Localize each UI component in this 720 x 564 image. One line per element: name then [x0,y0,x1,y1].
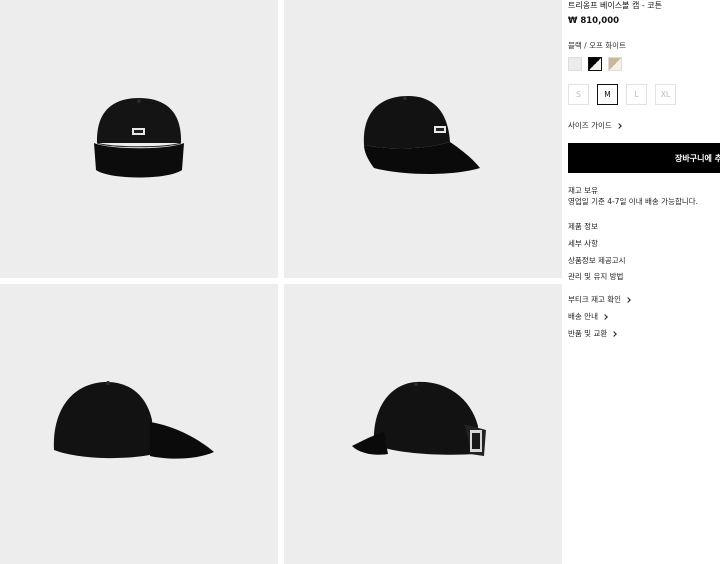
product-image-back[interactable] [284,284,562,564]
product-title: 트리옹프 베이스볼 캡 - 코튼 [568,1,663,10]
cap-three-quarter-image [363,96,480,174]
add-to-cart-button[interactable]: 장바구니에 추 [568,143,720,173]
product-info-panel: 트리옹프 베이스볼 캡 - 코튼 ₩ 810,000 블랙 / 오프 화이트 S… [568,0,720,564]
product-info-link[interactable]: 제품 정보 [568,221,598,232]
boutique-stock-link[interactable]: 부티크 재고 확인 [568,294,631,305]
size-option-s[interactable]: S [568,84,589,105]
product-image-three-quarter[interactable] [284,0,562,278]
size-option-l[interactable]: L [626,84,647,105]
product-notice-link[interactable]: 상품정보 제공고시 [568,255,626,266]
stock-info: 재고 보유 영업일 기준 4-7일 이내 배송 가능합니다. [568,185,698,207]
cap-front-image [94,98,184,178]
product-image-left-side[interactable] [0,284,278,564]
details-link[interactable]: 세부 사항 [568,238,598,249]
swatch-off-white[interactable] [568,57,582,71]
cap-left-side-image [53,381,214,459]
size-guide-label: 사이즈 가이드 [568,121,612,130]
care-link[interactable]: 관리 및 유지 방법 [568,271,623,282]
shipping-info-label: 배송 안내 [568,312,598,321]
size-option-xl[interactable]: XL [655,84,676,105]
swatch-beige-off-white[interactable] [608,57,622,71]
chevron-right-icon [625,297,631,303]
color-name: 블랙 / 오프 화이트 [568,41,626,50]
color-swatches [568,57,622,71]
product-price: ₩ 810,000 [568,16,620,26]
chevron-right-icon [615,123,622,129]
chevron-right-icon [602,314,608,320]
size-selector: S M L XL [568,84,676,105]
size-option-m[interactable]: M [597,84,618,105]
product-page: 트리옹프 베이스볼 캡 - 코튼 ₩ 810,000 블랙 / 오프 화이트 S… [0,0,720,564]
chevron-right-icon [611,331,618,337]
product-image-front[interactable] [0,0,278,278]
swatch-black-off-white[interactable] [588,57,602,71]
boutique-stock-label: 부티크 재고 확인 [568,295,622,304]
stock-status: 재고 보유 [568,186,598,195]
returns-link[interactable]: 반품 및 교환 [568,328,618,339]
cap-back-image [352,381,486,456]
returns-label: 반품 및 교환 [568,329,608,338]
size-guide-link[interactable]: 사이즈 가이드 [568,120,622,131]
delivery-estimate: 영업일 기준 4-7일 이내 배송 가능합니다. [568,197,699,206]
shipping-info-link[interactable]: 배송 안내 [568,311,608,322]
